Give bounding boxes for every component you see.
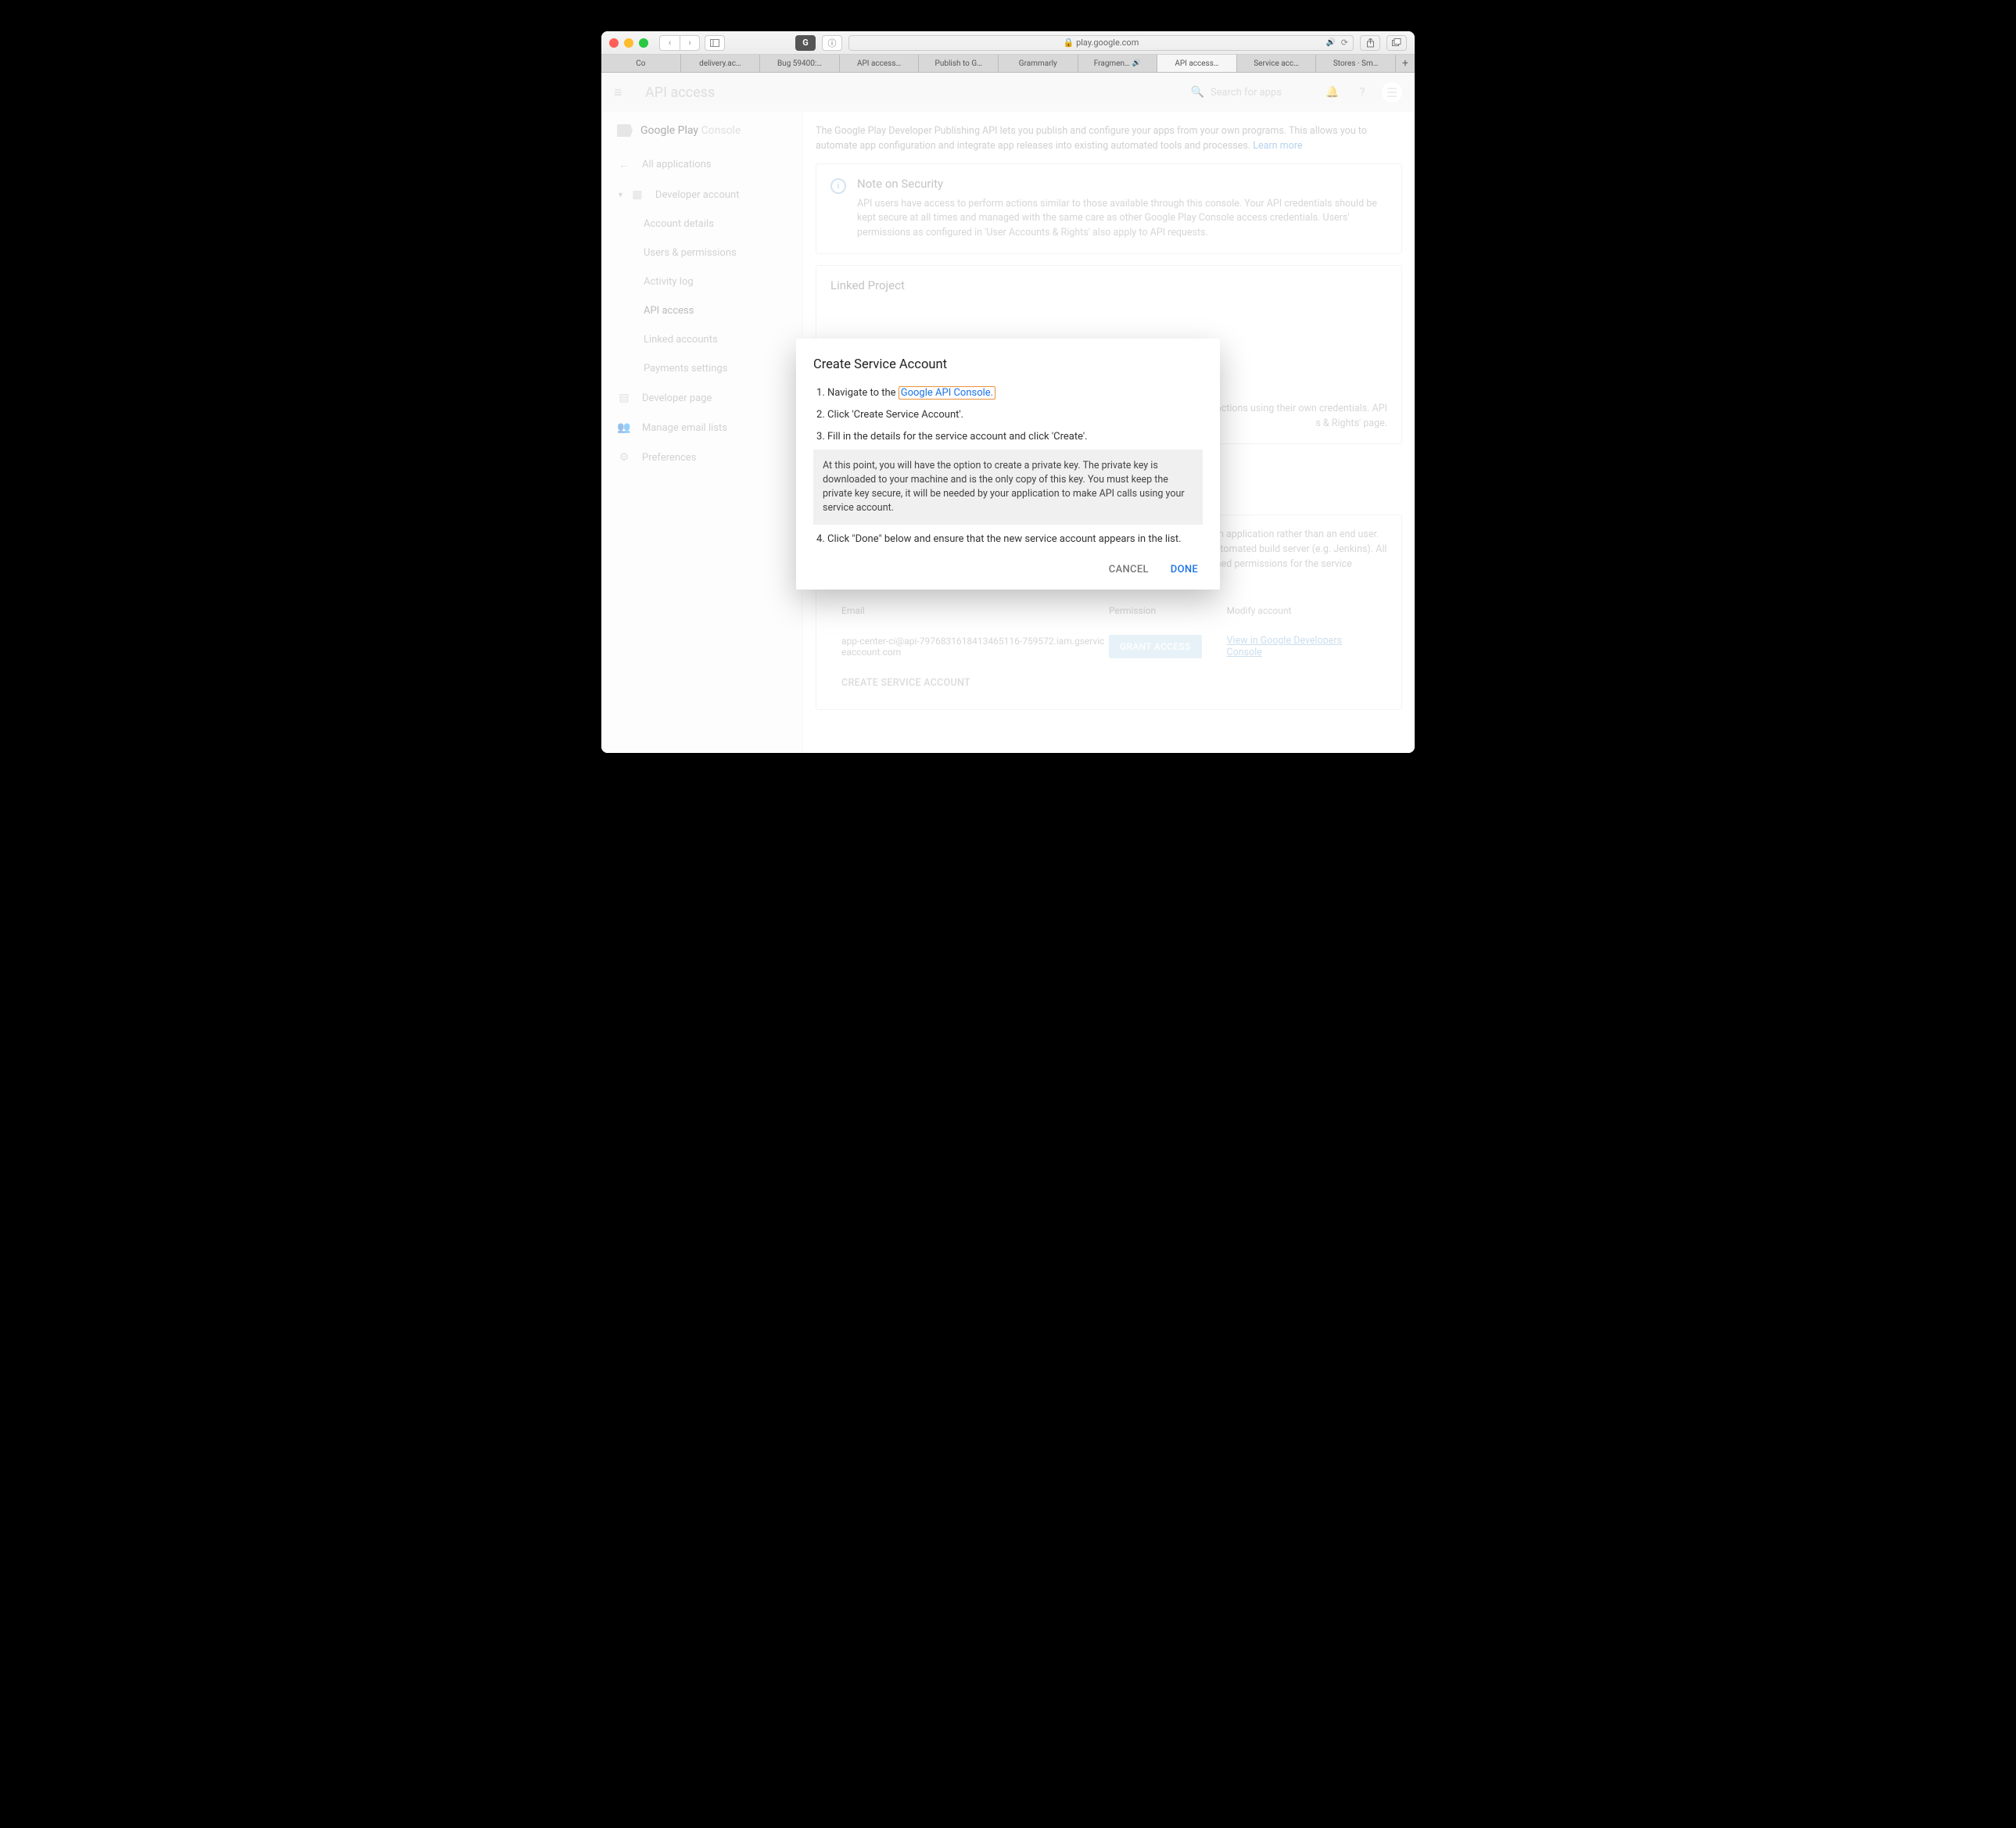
address-bar[interactable]: 🔒 play.google.com 🔊 ⟳ xyxy=(848,35,1354,51)
tab-api-active[interactable]: API access… xyxy=(1157,55,1237,72)
tab-bar: Co delivery.ac… Bug 59400:… API access… … xyxy=(601,55,1415,73)
lock-icon: 🔒 xyxy=(1064,38,1074,48)
tab-bug[interactable]: Bug 59400:… xyxy=(760,55,840,72)
tab-sound-icon: 🔊 xyxy=(1132,59,1141,67)
tab-publish[interactable]: Publish to G… xyxy=(919,55,999,72)
share-button[interactable] xyxy=(1360,35,1380,51)
extension-i-icon[interactable]: ⓘ xyxy=(822,35,842,51)
minimize-window-icon[interactable] xyxy=(624,38,633,48)
sidebar-toggle-icon[interactable] xyxy=(705,35,725,51)
google-api-console-link[interactable]: Google API Console. xyxy=(901,387,993,399)
dialog-actions: CANCEL DONE xyxy=(813,554,1203,579)
dialog-title: Create Service Account xyxy=(813,357,1203,372)
tab-fragmen[interactable]: Fragmen…🔊 xyxy=(1078,55,1158,72)
tabs-button[interactable] xyxy=(1386,35,1407,51)
tab-delivery[interactable]: delivery.ac… xyxy=(681,55,761,72)
highlighted-link-wrap: Google API Console. xyxy=(899,386,995,400)
nav-buttons: ‹ › xyxy=(659,35,700,51)
tab-stores[interactable]: Stores · Sm… xyxy=(1316,55,1396,72)
step-2: Click 'Create Service Account'. xyxy=(827,408,1203,422)
sound-icon[interactable]: 🔊 xyxy=(1326,38,1336,47)
create-service-account-dialog: Create Service Account Navigate to the G… xyxy=(796,339,1220,590)
titlebar: ‹ › G ⓘ 🔒 play.google.com 🔊 ⟳ xyxy=(601,31,1415,55)
close-window-icon[interactable] xyxy=(609,38,619,48)
tab-service[interactable]: Service acc… xyxy=(1237,55,1317,72)
private-key-note: At this point, you will have the option … xyxy=(813,450,1203,525)
tab-co[interactable]: Co xyxy=(601,55,681,72)
browser-window: ‹ › G ⓘ 🔒 play.google.com 🔊 ⟳ Co deliver… xyxy=(601,31,1415,753)
maximize-window-icon[interactable] xyxy=(639,38,648,48)
reload-icon[interactable]: ⟳ xyxy=(1341,38,1348,48)
window-controls xyxy=(609,38,648,48)
cancel-button[interactable]: CANCEL xyxy=(1109,564,1149,575)
dialog-steps: Navigate to the Google API Console. Clic… xyxy=(813,386,1203,547)
url-text: play.google.com xyxy=(1076,38,1139,48)
step-1: Navigate to the Google API Console. xyxy=(827,386,1203,400)
tab-api1[interactable]: API access… xyxy=(840,55,920,72)
new-tab-button[interactable]: + xyxy=(1396,55,1415,72)
modal-overlay: Create Service Account Navigate to the G… xyxy=(601,73,1415,753)
step-3: Fill in the details for the service acco… xyxy=(827,430,1203,525)
forward-button[interactable]: › xyxy=(680,35,700,51)
done-button[interactable]: DONE xyxy=(1171,564,1198,575)
back-button[interactable]: ‹ xyxy=(659,35,680,51)
step-4: Click "Done" below and ensure that the n… xyxy=(827,532,1203,547)
extension-g-icon[interactable]: G xyxy=(795,35,816,51)
tab-grammarly[interactable]: Grammarly xyxy=(999,55,1078,72)
